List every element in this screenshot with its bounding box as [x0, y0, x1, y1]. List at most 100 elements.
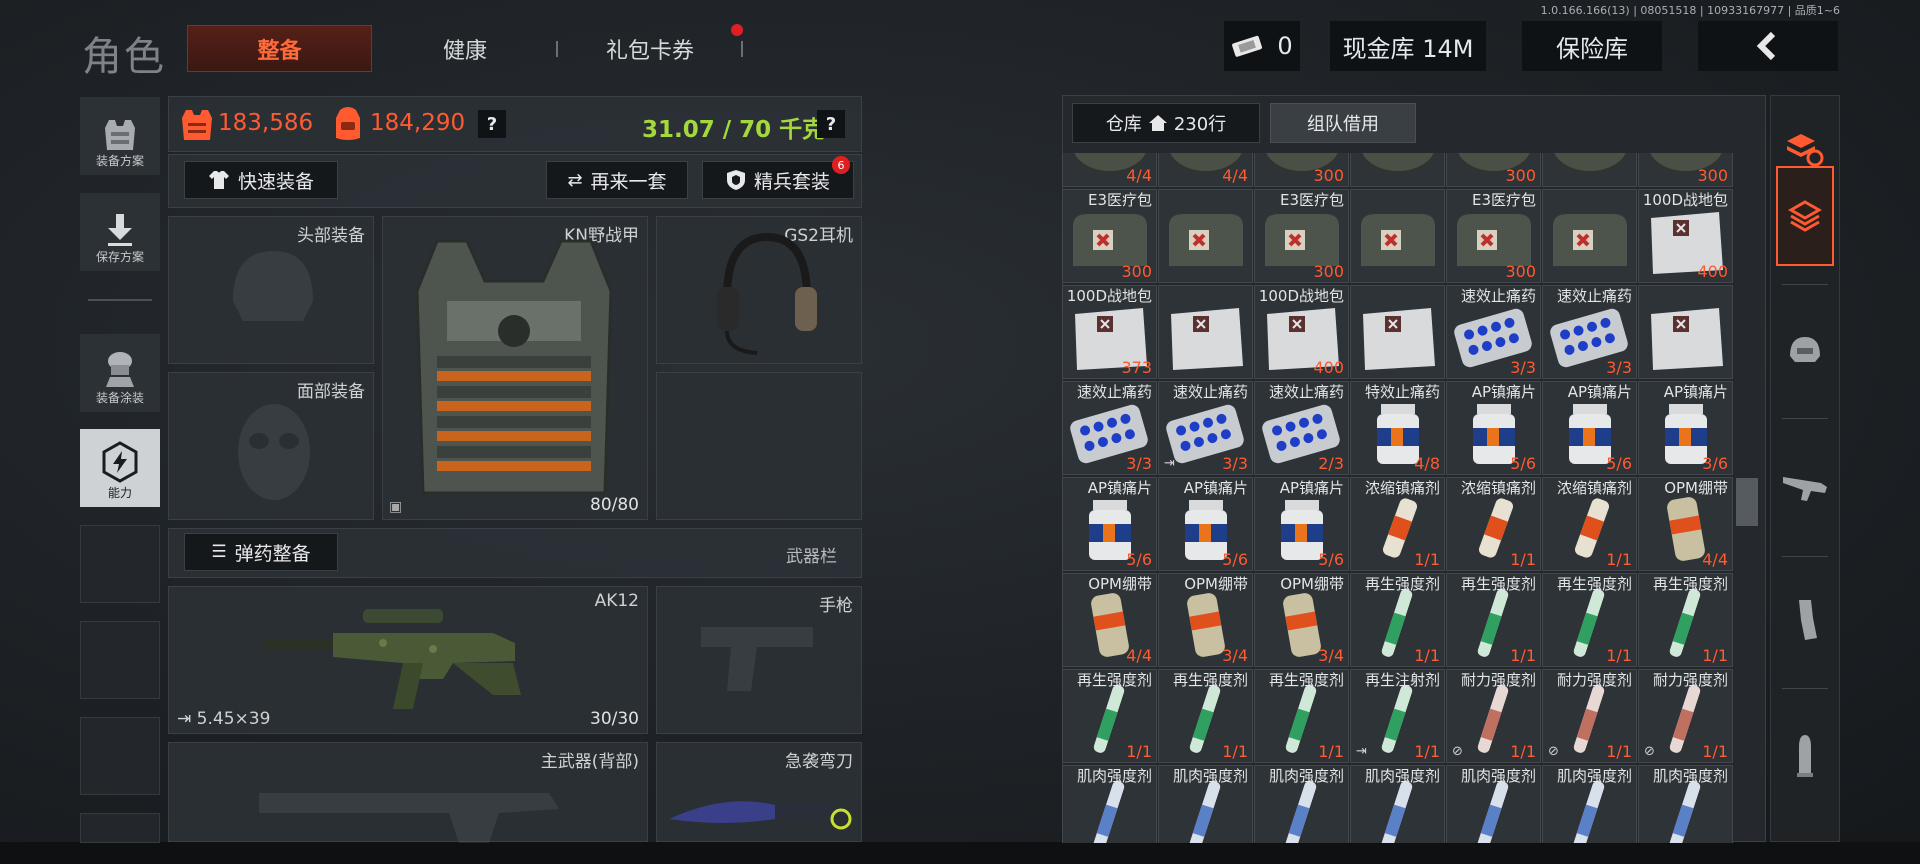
warehouse-item[interactable]: 肌肉强度剂 [1350, 765, 1445, 843]
warehouse-item[interactable]: 肌肉强度剂 [1542, 765, 1637, 843]
rail-magazine-button[interactable] [1776, 570, 1834, 670]
warehouse-item[interactable]: AP镇痛片 5/6 [1158, 477, 1253, 571]
warehouse-item[interactable]: 300 [1446, 153, 1541, 187]
warehouse-item[interactable]: 耐力强度剂 1/1 ⊘ [1638, 669, 1733, 763]
tab-team-borrow[interactable]: 组队借用 [1270, 103, 1416, 143]
warehouse-item[interactable]: 再生强度剂 1/1 [1254, 669, 1349, 763]
sidebar-item-save[interactable]: 保存方案 [80, 193, 160, 271]
sidebar-item-label: 能力 [107, 486, 132, 500]
headset-slot[interactable]: GS2耳机 [656, 216, 862, 364]
warehouse-item[interactable]: AP镇痛片 5/6 [1062, 477, 1157, 571]
warehouse-item[interactable]: 100D战地包 400 [1638, 189, 1733, 283]
warehouse-item[interactable]: 再生强度剂 1/1 [1446, 573, 1541, 667]
warehouse-item[interactable]: 浓缩镇痛剂 1/1 [1542, 477, 1637, 571]
warehouse-item[interactable]: OPM绷带 3/4 [1254, 573, 1349, 667]
warehouse-item[interactable]: 耐力强度剂 1/1 ⊘ [1542, 669, 1637, 763]
warehouse-item[interactable]: 肌肉强度剂 [1446, 765, 1541, 843]
warehouse-item[interactable]: E3医疗包 300 [1254, 189, 1349, 283]
warehouse-item[interactable]: OPM绷带 4/4 [1062, 573, 1157, 667]
warehouse-item[interactable]: 再生强度剂 1/1 [1158, 669, 1253, 763]
warehouse-item[interactable]: 4/4 [1062, 153, 1157, 187]
warehouse-item[interactable]: 耐力强度剂 1/1 ⊘ [1446, 669, 1541, 763]
item-count: 1/1 [1414, 550, 1440, 569]
knife-slot[interactable]: 急袭弯刀 [656, 742, 862, 842]
warehouse-item[interactable]: 100D战地包 400 [1254, 285, 1349, 379]
warehouse-item[interactable]: 肌肉强度剂 [1638, 765, 1733, 843]
item-name: 100D战地包 [1258, 287, 1344, 305]
house-icon [1148, 115, 1167, 131]
ammo-equip-button[interactable]: ☰ 弹药整备 [184, 533, 338, 571]
warehouse-scrollbar[interactable] [1736, 478, 1758, 526]
safe-box-button[interactable]: 保险库 [1522, 21, 1662, 71]
head-slot[interactable]: 头部装备 [168, 216, 374, 364]
warehouse-item[interactable]: 肌肉强度剂 [1254, 765, 1349, 843]
knife-slot-label: 急袭弯刀 [785, 752, 853, 772]
tab-storage[interactable]: 仓库 230行 [1072, 103, 1260, 143]
warehouse-item[interactable] [1350, 285, 1445, 379]
warehouse-item[interactable]: 300 [1638, 153, 1733, 187]
warehouse-item[interactable]: 肌肉强度剂 [1062, 765, 1157, 843]
rifle-icon [263, 609, 521, 709]
warehouse-item[interactable]: 再生强度剂 1/1 [1062, 669, 1157, 763]
item-count: 5/6 [1606, 454, 1632, 473]
tab-equip[interactable]: 整备 [187, 25, 372, 72]
warehouse-item[interactable]: AP镇痛片 5/6 [1446, 381, 1541, 475]
warehouse-item[interactable] [1350, 153, 1445, 187]
warehouse-item[interactable]: 300 [1254, 153, 1349, 187]
back-weapon-slot[interactable]: 主武器(背部) [168, 742, 648, 843]
warehouse-item[interactable]: E3医疗包 300 [1446, 189, 1541, 283]
warehouse-item[interactable]: OPM绷带 3/4 [1158, 573, 1253, 667]
warehouse-item[interactable]: 浓缩镇痛剂 1/1 [1446, 477, 1541, 571]
warehouse-item[interactable]: AP镇痛片 3/6 [1638, 381, 1733, 475]
warehouse-item[interactable]: OPM绷带 4/4 [1638, 477, 1733, 571]
warehouse-item[interactable]: 100D战地包 373 [1062, 285, 1157, 379]
warehouse-item[interactable]: 再生强度剂 1/1 [1542, 573, 1637, 667]
warehouse-item[interactable]: 速效止痛药 2/3 [1254, 381, 1349, 475]
cash-vault-button[interactable]: 现金库 14M [1330, 21, 1486, 71]
warehouse-item[interactable]: 速效止痛药 3/3 [1542, 285, 1637, 379]
download-icon [108, 214, 132, 246]
warehouse-item[interactable]: 再生注射剂 1/1 ⇥ [1350, 669, 1445, 763]
vest-slot[interactable]: KN野战甲 ▣ 80/80 [382, 216, 648, 520]
rail-all-button[interactable] [1776, 166, 1834, 266]
empty-gear-slot[interactable] [656, 372, 862, 520]
weight-help-button[interactable]: ? [817, 110, 845, 138]
warehouse-item[interactable]: 速效止痛药 3/3 [1062, 381, 1157, 475]
value-help-button[interactable]: ? [478, 110, 506, 138]
face-slot[interactable]: 面部装备 [168, 372, 374, 520]
warehouse-item[interactable] [1638, 285, 1733, 379]
pistol-slot[interactable]: 手枪 [656, 586, 862, 734]
warehouse-item[interactable] [1350, 189, 1445, 283]
rail-rifle-button[interactable] [1776, 436, 1834, 536]
back-button[interactable] [1698, 21, 1838, 71]
warehouse-item[interactable]: AP镇痛片 5/6 [1254, 477, 1349, 571]
sidebar-item-ability[interactable]: 能力 [80, 429, 160, 507]
warehouse-item[interactable] [1542, 153, 1637, 187]
warehouse-item[interactable] [1158, 189, 1253, 283]
currency-display[interactable]: 0 [1224, 21, 1300, 71]
warehouse-item[interactable]: 肌肉强度剂 [1158, 765, 1253, 843]
warehouse-item[interactable] [1542, 189, 1637, 283]
sidebar-item-paint[interactable]: 装备涂装 [80, 334, 160, 412]
warehouse-item[interactable]: 速效止痛药 3/3 [1446, 285, 1541, 379]
warehouse-item[interactable]: 4/4 [1158, 153, 1253, 187]
primary-weapon-slot[interactable]: AK12 ⇥ 5.45×39 30/30 [168, 586, 648, 734]
warehouse-item[interactable]: E3医疗包 300 [1062, 189, 1157, 283]
warehouse-item[interactable] [1158, 285, 1253, 379]
quick-equip-button[interactable]: 快速装备 [184, 161, 338, 199]
tab-gift-cards[interactable]: 礼包卡券 [590, 25, 710, 72]
tab-health[interactable]: 健康 [400, 25, 530, 72]
again-button[interactable]: ⇄ 再来一套 [546, 161, 688, 199]
warehouse-item[interactable]: AP镇痛片 5/6 [1542, 381, 1637, 475]
warehouse-item[interactable]: 速效止痛药 3/3 ⇥ [1158, 381, 1253, 475]
rail-helmet-button[interactable] [1776, 300, 1834, 400]
warehouse-item[interactable]: 特效止痛药 4/8 [1350, 381, 1445, 475]
warehouse-item[interactable]: 再生强度剂 1/1 [1350, 573, 1445, 667]
primary-weapon-label: AK12 [594, 591, 639, 611]
item-count: 1/1 [1606, 742, 1632, 761]
rail-ammo-button[interactable] [1776, 706, 1834, 806]
sidebar-item-loadout[interactable]: 装备方案 [80, 97, 160, 175]
warehouse-item[interactable]: 再生强度剂 1/1 [1638, 573, 1733, 667]
warehouse-item[interactable]: 浓缩镇痛剂 1/1 [1350, 477, 1445, 571]
item-count: 4/4 [1126, 166, 1152, 185]
